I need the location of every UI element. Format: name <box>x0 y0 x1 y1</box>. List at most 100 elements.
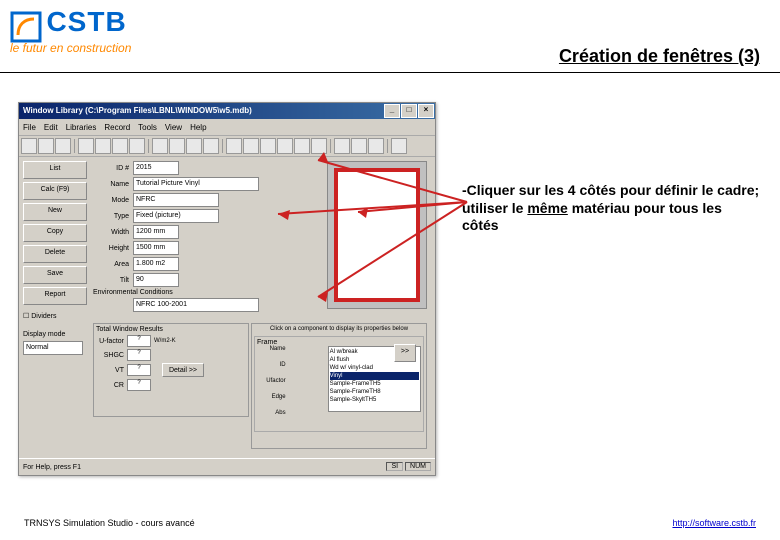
menu-help[interactable]: Help <box>190 123 206 132</box>
toolbar-icon[interactable] <box>226 138 242 154</box>
form-area: ID # 2015 Name Tutorial Picture Vinyl Mode… <box>91 157 435 461</box>
list-item[interactable]: Sample-FrameTH5 <box>330 380 419 388</box>
toolbar-icon[interactable] <box>334 138 350 154</box>
frame-group: Frame Name ID Ufactor Edge Abs Al w/brea… <box>254 336 424 432</box>
width-label: Width <box>93 229 129 236</box>
frame-panel: Click on a component to display its prop… <box>251 323 427 449</box>
list-item-selected[interactable]: Vinyl <box>330 372 419 380</box>
window-library-window: Window Library (C:\Program Files\LBNL\WI… <box>18 102 436 476</box>
toolbar-separator <box>330 139 331 153</box>
window-preview[interactable] <box>327 161 427 309</box>
toolbar-separator <box>148 139 149 153</box>
preview-frame[interactable] <box>334 168 420 302</box>
toolbar-icon[interactable] <box>55 138 71 154</box>
cr-label: CR <box>96 382 124 389</box>
ufactor-unit: W/m2-K <box>154 338 176 344</box>
toolbar-icon[interactable] <box>351 138 367 154</box>
toolbar-icon[interactable] <box>38 138 54 154</box>
status-help: For Help, press F1 <box>23 464 81 471</box>
list-item[interactable]: Sample-FrameTH8 <box>330 388 419 396</box>
copy-button[interactable]: Copy <box>23 224 87 242</box>
logo-text: CSTB <box>46 6 126 37</box>
main-area: List Calc (F9) New Copy Delete Save Repo… <box>19 157 435 461</box>
left-panel: List Calc (F9) New Copy Delete Save Repo… <box>19 157 91 461</box>
frame-ufactor-label: Ufactor <box>257 378 286 384</box>
statusbar: For Help, press F1 SI NUM <box>19 458 435 475</box>
nav-prev-icon[interactable] <box>169 138 185 154</box>
type-select[interactable]: Fixed (picture) <box>133 209 219 223</box>
maximize-button[interactable]: □ <box>401 104 417 118</box>
menu-view[interactable]: View <box>165 123 182 132</box>
slide-title: Création de fenêtres (3) <box>559 46 760 67</box>
nav-next-icon[interactable] <box>186 138 202 154</box>
toolbar-icon[interactable] <box>243 138 259 154</box>
id-field[interactable]: 2015 <box>133 161 179 175</box>
height-field[interactable]: 1500 mm <box>133 241 179 255</box>
env-select[interactable]: NFRC 100-2001 <box>133 298 259 312</box>
logo-block: CSTB le futur en construction <box>10 6 131 55</box>
titlebar-text: Window Library (C:\Program Files\LBNL\WI… <box>23 103 252 119</box>
mode-select[interactable]: NFRC <box>133 193 219 207</box>
toolbar-icon[interactable] <box>260 138 276 154</box>
minimize-button[interactable]: _ <box>384 104 400 118</box>
menu-tools[interactable]: Tools <box>138 123 157 132</box>
ufactor-label: U-factor <box>96 338 124 345</box>
help-icon[interactable] <box>391 138 407 154</box>
toolbar-icon[interactable] <box>95 138 111 154</box>
close-button[interactable]: × <box>418 104 434 118</box>
name-field[interactable]: Tutorial Picture Vinyl <box>133 177 259 191</box>
width-field[interactable]: 1200 mm <box>133 225 179 239</box>
logo-icon <box>10 11 42 43</box>
instruction-text: -Cliquer sur les 4 côtés pour définir le… <box>462 182 762 235</box>
menu-record[interactable]: Record <box>104 123 130 132</box>
report-button[interactable]: Report <box>23 287 87 305</box>
detail-button[interactable]: Detail >> <box>162 363 204 377</box>
toolbar-separator <box>222 139 223 153</box>
results-panel: Total Window Results U-factor?W/m2-K SHG… <box>93 323 249 417</box>
display-mode-label: Display mode <box>23 331 87 338</box>
tilt-field[interactable]: 90 <box>133 273 179 287</box>
menubar: File Edit Libraries Record Tools View He… <box>19 119 435 136</box>
frame-name-label: Name <box>257 346 286 352</box>
save-button[interactable]: Save <box>23 266 87 284</box>
titlebar: Window Library (C:\Program Files\LBNL\WI… <box>19 103 435 119</box>
display-mode-select[interactable]: Normal <box>23 341 83 355</box>
frame-abs-label: Abs <box>257 410 286 416</box>
toolbar-icon[interactable] <box>21 138 37 154</box>
status-numlock: NUM <box>405 462 431 471</box>
toolbar <box>19 136 435 157</box>
height-label: Height <box>93 245 129 252</box>
toolbar-icon[interactable] <box>112 138 128 154</box>
menu-libraries[interactable]: Libraries <box>66 123 97 132</box>
toolbar-icon[interactable] <box>368 138 384 154</box>
toolbar-icon[interactable] <box>311 138 327 154</box>
calc-button[interactable]: Calc (F9) <box>23 182 87 200</box>
menu-file[interactable]: File <box>23 123 36 132</box>
vt-label: VT <box>96 367 124 374</box>
frame-hint: Click on a component to display its prop… <box>254 326 424 332</box>
list-item[interactable]: Wd w/ vinyl-clad <box>330 364 419 372</box>
footer-link[interactable]: http://software.cstb.fr <box>672 518 756 528</box>
area-field[interactable]: 1.800 m2 <box>133 257 179 271</box>
tilt-label: Tilt <box>93 277 129 284</box>
vt-value: ? <box>127 364 151 376</box>
toolbar-icon[interactable] <box>294 138 310 154</box>
dividers-checkbox[interactable]: ☐ Dividers <box>23 312 87 320</box>
toolbar-icon[interactable] <box>78 138 94 154</box>
toolbar-icon[interactable] <box>277 138 293 154</box>
env-label: Environmental Conditions <box>93 289 173 296</box>
area-label: Area <box>93 261 129 268</box>
ufactor-value: ? <box>127 335 151 347</box>
nav-last-icon[interactable] <box>203 138 219 154</box>
delete-button[interactable]: Delete <box>23 245 87 263</box>
mode-label: Mode <box>93 197 129 204</box>
list-button[interactable]: List <box>23 161 87 179</box>
add-frame-button[interactable]: >> <box>394 344 416 362</box>
nav-first-icon[interactable] <box>152 138 168 154</box>
new-button[interactable]: New <box>23 203 87 221</box>
menu-edit[interactable]: Edit <box>44 123 58 132</box>
list-item[interactable]: Sample-SkyltTH5 <box>330 396 419 404</box>
toolbar-icon[interactable] <box>129 138 145 154</box>
id-label: ID # <box>93 165 129 172</box>
titlebar-buttons: _ □ × <box>384 103 435 119</box>
